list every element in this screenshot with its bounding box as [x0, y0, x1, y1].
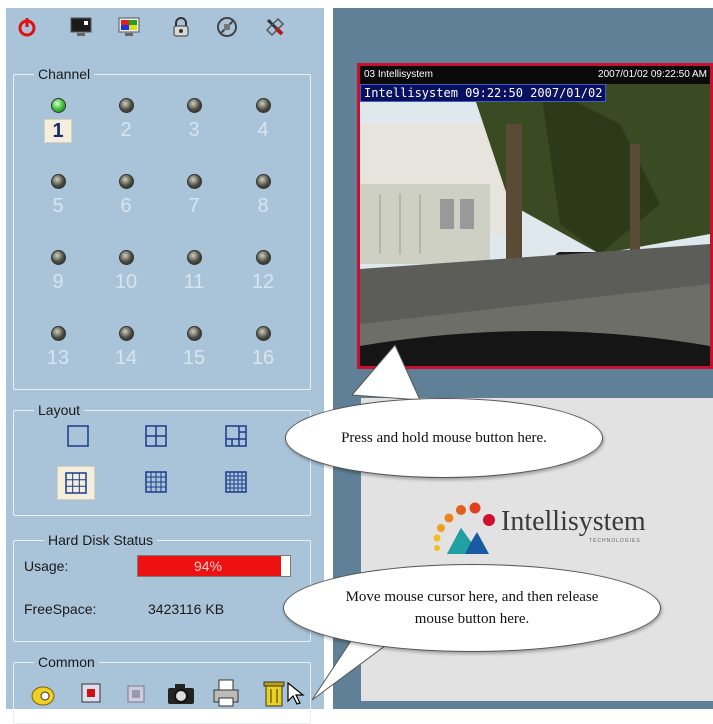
callout-release: Move mouse cursor here, and then release…: [283, 564, 661, 652]
callout-press-text: Press and hold mouse button here.: [341, 430, 547, 446]
callout-press: Press and hold mouse button here.: [285, 398, 603, 478]
callout-release-text: Move mouse cursor here, and then release…: [345, 589, 599, 627]
mouse-cursor-icon: [287, 682, 305, 705]
